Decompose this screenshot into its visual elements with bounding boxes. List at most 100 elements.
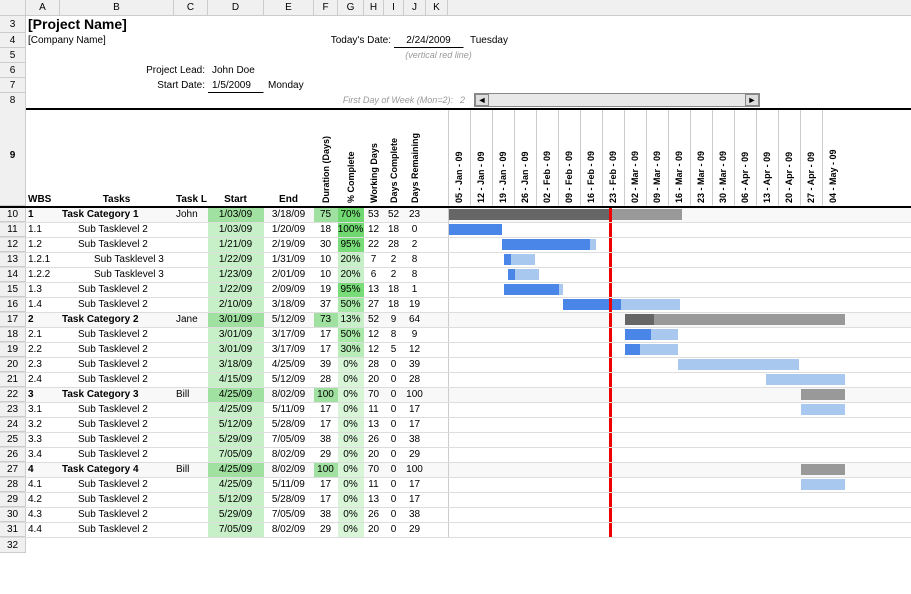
wbs-cell[interactable]: 4.1 (26, 478, 60, 492)
wbs-cell[interactable]: 2.1 (26, 328, 60, 342)
wbs-cell[interactable]: 3.1 (26, 403, 60, 417)
lead-cell[interactable] (174, 403, 208, 417)
wbs-cell[interactable]: 4.3 (26, 508, 60, 522)
col-tasks[interactable]: Tasks (60, 194, 174, 206)
end-cell[interactable]: 2/01/09 (264, 268, 314, 282)
lead-cell[interactable] (174, 478, 208, 492)
start-cell[interactable]: 4/25/09 (208, 403, 264, 417)
wbs-cell[interactable]: 2.3 (26, 358, 60, 372)
duration-cell[interactable]: 17 (314, 478, 338, 492)
start-cell[interactable]: 5/12/09 (208, 493, 264, 507)
end-cell[interactable]: 7/05/09 (264, 508, 314, 522)
col-duration[interactable]: Duration (Days) (321, 110, 331, 205)
end-cell[interactable]: 8/02/09 (264, 463, 314, 477)
start-cell[interactable]: 4/15/09 (208, 373, 264, 387)
col-working[interactable]: Working Days (369, 110, 379, 205)
task-cell[interactable]: Sub Tasklevel 2 (60, 403, 174, 417)
end-cell[interactable]: 8/02/09 (264, 523, 314, 537)
pct-cell[interactable]: 70% (338, 208, 364, 222)
duration-cell[interactable]: 38 (314, 433, 338, 447)
end-cell[interactable]: 7/05/09 (264, 433, 314, 447)
end-cell[interactable]: 5/11/09 (264, 403, 314, 417)
col-pct[interactable]: % Complete (346, 110, 356, 205)
duration-cell[interactable]: 29 (314, 523, 338, 537)
lead-cell[interactable] (174, 343, 208, 357)
lead-cell[interactable] (174, 283, 208, 297)
todays-date[interactable]: 2/24/2009 (394, 33, 464, 48)
task-cell[interactable]: Sub Tasklevel 2 (60, 493, 174, 507)
pct-cell[interactable]: 30% (338, 343, 364, 357)
start-cell[interactable]: 5/29/09 (208, 433, 264, 447)
wbs-cell[interactable]: 3.4 (26, 448, 60, 462)
duration-cell[interactable]: 17 (314, 328, 338, 342)
duration-cell[interactable]: 17 (314, 343, 338, 357)
duration-cell[interactable]: 75 (314, 208, 338, 222)
scroll-left-icon[interactable]: ◄ (475, 94, 489, 106)
duration-cell[interactable]: 17 (314, 403, 338, 417)
end-cell[interactable]: 5/28/09 (264, 493, 314, 507)
duration-cell[interactable]: 73 (314, 313, 338, 327)
task-cell[interactable]: Sub Tasklevel 3 (60, 253, 174, 267)
task-cell[interactable]: Sub Tasklevel 2 (60, 478, 174, 492)
pct-cell[interactable]: 50% (338, 298, 364, 312)
start-cell[interactable]: 1/22/09 (208, 283, 264, 297)
pct-cell[interactable]: 0% (338, 493, 364, 507)
duration-cell[interactable]: 38 (314, 508, 338, 522)
wbs-cell[interactable]: 1 (26, 208, 60, 222)
start-cell[interactable]: 5/12/09 (208, 418, 264, 432)
wbs-cell[interactable]: 3.2 (26, 418, 60, 432)
duration-cell[interactable]: 30 (314, 238, 338, 252)
wbs-cell[interactable]: 2.4 (26, 373, 60, 387)
task-cell[interactable]: Sub Tasklevel 2 (60, 238, 174, 252)
end-cell[interactable]: 8/02/09 (264, 448, 314, 462)
pct-cell[interactable]: 0% (338, 418, 364, 432)
start-cell[interactable]: 1/21/09 (208, 238, 264, 252)
pct-cell[interactable]: 0% (338, 508, 364, 522)
end-cell[interactable]: 3/18/09 (264, 298, 314, 312)
start-cell[interactable]: 7/05/09 (208, 448, 264, 462)
lead-cell[interactable] (174, 433, 208, 447)
company-name[interactable]: [Company Name] (26, 33, 314, 48)
task-cell[interactable]: Sub Tasklevel 2 (60, 523, 174, 537)
start-cell[interactable]: 4/25/09 (208, 478, 264, 492)
start-cell[interactable]: 1/23/09 (208, 268, 264, 282)
duration-cell[interactable]: 17 (314, 493, 338, 507)
wbs-cell[interactable]: 1.2.1 (26, 253, 60, 267)
task-cell[interactable]: Sub Tasklevel 2 (60, 343, 174, 357)
lead-cell[interactable] (174, 358, 208, 372)
lead-cell[interactable]: Bill (174, 463, 208, 477)
pct-cell[interactable]: 100% (338, 223, 364, 237)
duration-cell[interactable]: 18 (314, 223, 338, 237)
col-complete[interactable]: Days Complete (389, 110, 399, 205)
duration-cell[interactable]: 100 (314, 388, 338, 402)
pct-cell[interactable]: 20% (338, 268, 364, 282)
pct-cell[interactable]: 0% (338, 403, 364, 417)
duration-cell[interactable]: 10 (314, 253, 338, 267)
wbs-cell[interactable]: 2 (26, 313, 60, 327)
end-cell[interactable]: 3/17/09 (264, 343, 314, 357)
first-day-value[interactable]: 2 (456, 93, 470, 108)
pct-cell[interactable]: 0% (338, 523, 364, 537)
lead-cell[interactable] (174, 238, 208, 252)
lead-cell[interactable]: Jane (174, 313, 208, 327)
pct-cell[interactable]: 0% (338, 373, 364, 387)
start-cell[interactable]: 3/01/09 (208, 313, 264, 327)
end-cell[interactable]: 1/31/09 (264, 253, 314, 267)
task-cell[interactable]: Sub Tasklevel 2 (60, 283, 174, 297)
start-date-value[interactable]: 1/5/2009 (208, 78, 264, 93)
start-cell[interactable]: 3/01/09 (208, 343, 264, 357)
task-cell[interactable]: Sub Tasklevel 2 (60, 358, 174, 372)
wbs-cell[interactable]: 4 (26, 463, 60, 477)
wbs-cell[interactable]: 1.2 (26, 238, 60, 252)
col-wbs[interactable]: WBS (26, 194, 60, 206)
wbs-cell[interactable]: 3 (26, 388, 60, 402)
end-cell[interactable]: 2/09/09 (264, 283, 314, 297)
lead-cell[interactable] (174, 223, 208, 237)
pct-cell[interactable]: 95% (338, 238, 364, 252)
end-cell[interactable]: 4/25/09 (264, 358, 314, 372)
lead-cell[interactable] (174, 418, 208, 432)
start-cell[interactable]: 5/29/09 (208, 508, 264, 522)
wbs-cell[interactable]: 1.1 (26, 223, 60, 237)
pct-cell[interactable]: 0% (338, 388, 364, 402)
lead-cell[interactable] (174, 298, 208, 312)
